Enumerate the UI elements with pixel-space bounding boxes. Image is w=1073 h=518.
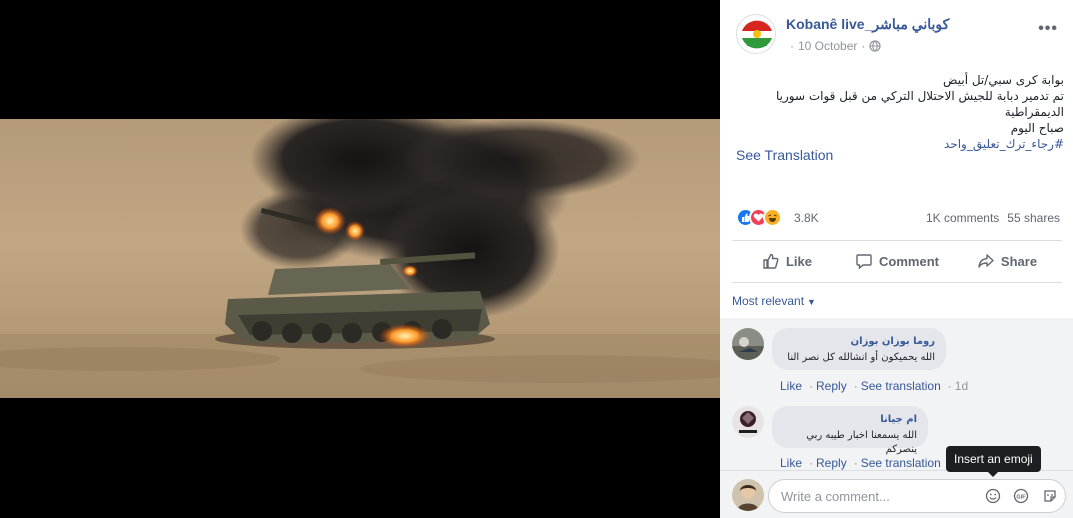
user-avatar[interactable]	[732, 479, 764, 511]
comment-filter-dropdown[interactable]: Most relevant ▼	[732, 294, 816, 308]
post-header: Kobanê live_كوباني مباشر · 10 October · ••…	[736, 14, 1066, 64]
meta-separator: ·	[861, 39, 866, 53]
commenter-avatar[interactable]	[732, 328, 764, 360]
post-text-line: بوابة كرى سبي/تل أبيض	[943, 73, 1064, 87]
separator: ·	[853, 379, 858, 393]
media-area	[0, 0, 720, 518]
comment-see-translation-link[interactable]: See translation	[861, 379, 941, 393]
post-text-line: تم تدمير دبابة للجيش الاحتلال التركي من …	[775, 89, 1064, 119]
comment-see-translation-link[interactable]: See translation	[861, 456, 941, 470]
comment-label: Comment	[879, 253, 939, 269]
emoji-icon[interactable]	[985, 488, 1001, 509]
comment-filter-label: Most relevant	[732, 294, 805, 308]
comment-actions: Like · Reply · See translation	[780, 456, 945, 470]
globe-icon[interactable]	[869, 40, 881, 55]
thumbs-up-icon	[763, 253, 779, 269]
separator: ·	[809, 456, 814, 470]
commenter-avatar[interactable]	[732, 406, 764, 438]
speech-bubble-icon	[856, 254, 872, 270]
comment-reply-link[interactable]: Reply	[816, 379, 847, 393]
divider	[732, 240, 1062, 241]
reaction-icons[interactable]	[736, 208, 790, 228]
comment-text: الله يسمعنا اخبار طيبه ربي ينصركم	[806, 430, 917, 455]
comment-composer: Write a comment... GIF	[720, 470, 1073, 518]
photo-viewer: Kobanê live_كوباني مباشر · 10 October · ••…	[0, 0, 1073, 518]
meta-separator: ·	[790, 39, 794, 53]
shares-count[interactable]: 55 shares	[1007, 211, 1060, 225]
like-label: Like	[785, 253, 812, 269]
post-panel: Kobanê live_كوباني مباشر · 10 October · ••…	[720, 0, 1073, 518]
comment-time[interactable]: 1d	[955, 379, 968, 393]
caret-down-icon: ▼	[807, 297, 816, 307]
separator: ·	[853, 456, 858, 470]
comment-actions: Like · Reply · See translation · 1d	[780, 379, 972, 393]
more-options-icon[interactable]: •••	[1038, 20, 1058, 38]
share-arrow-icon	[978, 254, 994, 268]
share-label: Share	[1000, 253, 1038, 269]
post-actions: Like Comment Share	[732, 244, 1062, 278]
comment-button[interactable]: Comment	[842, 244, 952, 278]
emoji-tooltip: Insert an emoji	[946, 446, 1041, 477]
gif-icon[interactable]: GIF	[1013, 488, 1029, 509]
post-text-line: صباح اليوم	[1010, 121, 1064, 135]
post-stats: 1K comments 55 shares	[926, 211, 1060, 225]
comment-text: الله يحميكون أو انشالله كل نصر النا	[787, 352, 935, 363]
page-avatar[interactable]	[736, 14, 776, 54]
comments-count[interactable]: 1K comments	[926, 211, 999, 225]
post-date[interactable]: 10 October	[798, 39, 857, 53]
separator: ·	[947, 379, 952, 393]
comment-author[interactable]: روما بوزان بوزان	[783, 335, 935, 349]
comment-bubble: ام جيانا الله يسمعنا اخبار طيبه ربي ينصر…	[772, 406, 928, 455]
post-meta: · 10 October ·	[786, 39, 881, 55]
divider	[732, 282, 1062, 283]
sticker-icon[interactable]	[1042, 488, 1058, 509]
comment-like-link[interactable]: Like	[780, 456, 802, 470]
share-button[interactable]: Share	[952, 244, 1062, 278]
comment-bubble: روما بوزان بوزان الله يحميكون أو انشالله…	[772, 328, 946, 370]
comment-like-link[interactable]: Like	[780, 379, 802, 393]
svg-text:GIF: GIF	[1016, 494, 1026, 500]
post-photo[interactable]	[0, 119, 720, 398]
post-text: بوابة كرى سبي/تل أبيض تم تدمير دبابة للج…	[736, 72, 1064, 152]
comment-author[interactable]: ام جيانا	[783, 413, 917, 427]
page-name[interactable]: Kobanê live_كوباني مباشر	[786, 16, 949, 33]
separator: ·	[809, 379, 814, 393]
see-translation-link[interactable]: See Translation	[736, 147, 833, 163]
like-button[interactable]: Like	[732, 244, 842, 278]
reactions-bar: 3.8K 1K comments 55 shares	[736, 208, 1066, 230]
comment-reply-link[interactable]: Reply	[816, 456, 847, 470]
haha-reaction-icon	[763, 208, 782, 227]
reaction-count[interactable]: 3.8K	[794, 211, 819, 225]
